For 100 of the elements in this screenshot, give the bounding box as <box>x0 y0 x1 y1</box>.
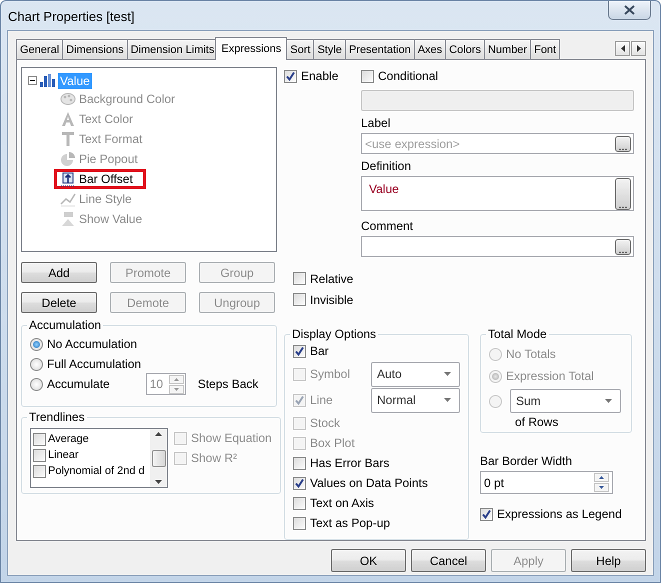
group-title: Accumulation <box>28 318 102 332</box>
checkbox[interactable] <box>293 293 306 306</box>
dropdown-suffix: of Rows <box>515 415 560 429</box>
radio-label: Full Accumulation <box>47 357 142 371</box>
checkbox-label: Enable <box>301 69 338 83</box>
checkbox-label: Bar <box>310 344 329 358</box>
field-caption: Bar Border Width <box>480 454 574 468</box>
close-button[interactable] <box>608 1 651 20</box>
checkbox-label: Text on Axis <box>310 496 374 510</box>
checkbox-label: Values on Data Points <box>310 476 428 490</box>
checkbox[interactable] <box>293 272 306 285</box>
checkbox-label: Conditional <box>378 69 438 83</box>
checkbox-label: Show R² <box>191 451 238 465</box>
group-title: Display Options <box>291 327 378 341</box>
checkbox-label: Stock <box>310 416 340 430</box>
down-arrow-icon[interactable] <box>155 480 162 484</box>
tab[interactable]: Font <box>530 39 560 59</box>
checkbox[interactable] <box>33 448 46 462</box>
radio-label: Accumulate <box>47 377 110 391</box>
checkbox[interactable] <box>293 456 306 470</box>
radio-button[interactable] <box>30 378 43 390</box>
radio-button[interactable] <box>30 338 43 350</box>
checkbox[interactable] <box>293 516 306 530</box>
checkbox-label: Line <box>310 393 333 407</box>
ellipsis-button[interactable] <box>615 238 631 254</box>
checkbox-label: Average <box>48 433 89 445</box>
definition-field[interactable]: Value <box>361 176 634 211</box>
field-caption: Comment <box>361 219 414 233</box>
spin-up-icon[interactable] <box>168 374 184 384</box>
checkbox-label: Has Error Bars <box>310 456 390 470</box>
dropdown-arrow-icon <box>605 399 612 403</box>
checkbox-label: Relative <box>310 272 354 286</box>
scrollbar[interactable] <box>150 429 167 487</box>
collapse-icon[interactable] <box>28 76 37 85</box>
line-icon <box>60 191 76 207</box>
palette-icon <box>60 91 76 107</box>
group-title: Total Mode <box>487 327 548 341</box>
scroll-right-button[interactable] <box>631 41 646 56</box>
tab[interactable]: Presentation <box>344 39 415 59</box>
dropdown-arrow-icon <box>444 372 451 376</box>
steps-label: Steps Back <box>198 377 258 391</box>
tab[interactable]: Axes <box>414 39 446 59</box>
checkbox-label: Symbol <box>310 367 350 381</box>
dialog-button[interactable]: Help <box>571 549 646 572</box>
checkbox[interactable] <box>293 476 306 490</box>
ellipsis-button[interactable] <box>615 136 631 152</box>
action-button[interactable]: Delete <box>21 292 97 313</box>
tab[interactable]: Number <box>484 39 532 59</box>
border-width-field[interactable]: 0 pt <box>480 471 613 494</box>
checkbox[interactable] <box>293 496 306 510</box>
checkbox-label: Text as Pop-up <box>310 516 390 530</box>
action-button[interactable]: Add <box>21 262 97 283</box>
ellipsis-button[interactable] <box>615 178 631 210</box>
right-arrow-icon <box>636 45 640 52</box>
tab[interactable]: Sort <box>286 39 314 59</box>
radio-button[interactable] <box>30 358 43 370</box>
checkbox[interactable] <box>284 70 297 82</box>
tab[interactable]: Dimensions <box>62 39 128 59</box>
checkbox-label: Invisible <box>310 292 354 306</box>
radio-label: No Accumulation <box>47 337 138 351</box>
tab[interactable]: Colors <box>445 39 485 59</box>
dialog-button[interactable]: Cancel <box>411 549 486 572</box>
offset-icon <box>60 171 76 187</box>
letter-a-icon <box>60 111 76 127</box>
left-arrow-icon <box>620 45 624 52</box>
scroll-left-button[interactable] <box>615 41 630 56</box>
letter-t-icon <box>60 131 76 147</box>
ellipsis-icon <box>619 148 627 150</box>
checkbox-label: Box Plot <box>310 436 355 450</box>
field-caption: Label <box>361 116 392 130</box>
ellipsis-icon <box>619 250 627 254</box>
checkbox-label: Show Equation <box>191 431 272 445</box>
spin-down-icon[interactable] <box>594 483 609 492</box>
tab[interactable]: Style <box>313 39 346 59</box>
spin-down-icon[interactable] <box>168 384 184 394</box>
checkbox-label: Linear <box>48 449 79 461</box>
field-caption: Definition <box>361 159 412 173</box>
checkbox[interactable] <box>480 508 493 520</box>
radio-label: Expression Total <box>506 369 594 383</box>
dropdown-arrow-icon <box>444 398 451 402</box>
tab[interactable]: Expressions <box>215 37 288 60</box>
spin-up-icon[interactable] <box>594 473 609 482</box>
comment-field[interactable] <box>361 236 634 257</box>
up-arrow-icon[interactable] <box>155 432 162 436</box>
tab[interactable]: General <box>16 39 64 59</box>
window-title: Chart Properties [test] <box>8 9 134 24</box>
ellipsis-icon <box>619 206 627 209</box>
dialog-button[interactable]: OK <box>331 549 406 572</box>
checkbox[interactable] <box>361 70 374 82</box>
checkbox-label: Polynomial of 2nd d <box>48 465 145 477</box>
radio-label: No Totals <box>506 347 556 361</box>
pie-icon <box>60 151 76 167</box>
checkbox[interactable] <box>33 464 46 478</box>
checkbox-label: Expressions as Legend <box>497 507 622 521</box>
value-icon <box>60 211 76 227</box>
checkbox[interactable] <box>293 344 306 358</box>
group-title: Trendlines <box>28 410 86 424</box>
checkbox[interactable] <box>33 432 46 446</box>
close-icon <box>624 5 635 15</box>
bar-chart-icon <box>40 74 55 87</box>
